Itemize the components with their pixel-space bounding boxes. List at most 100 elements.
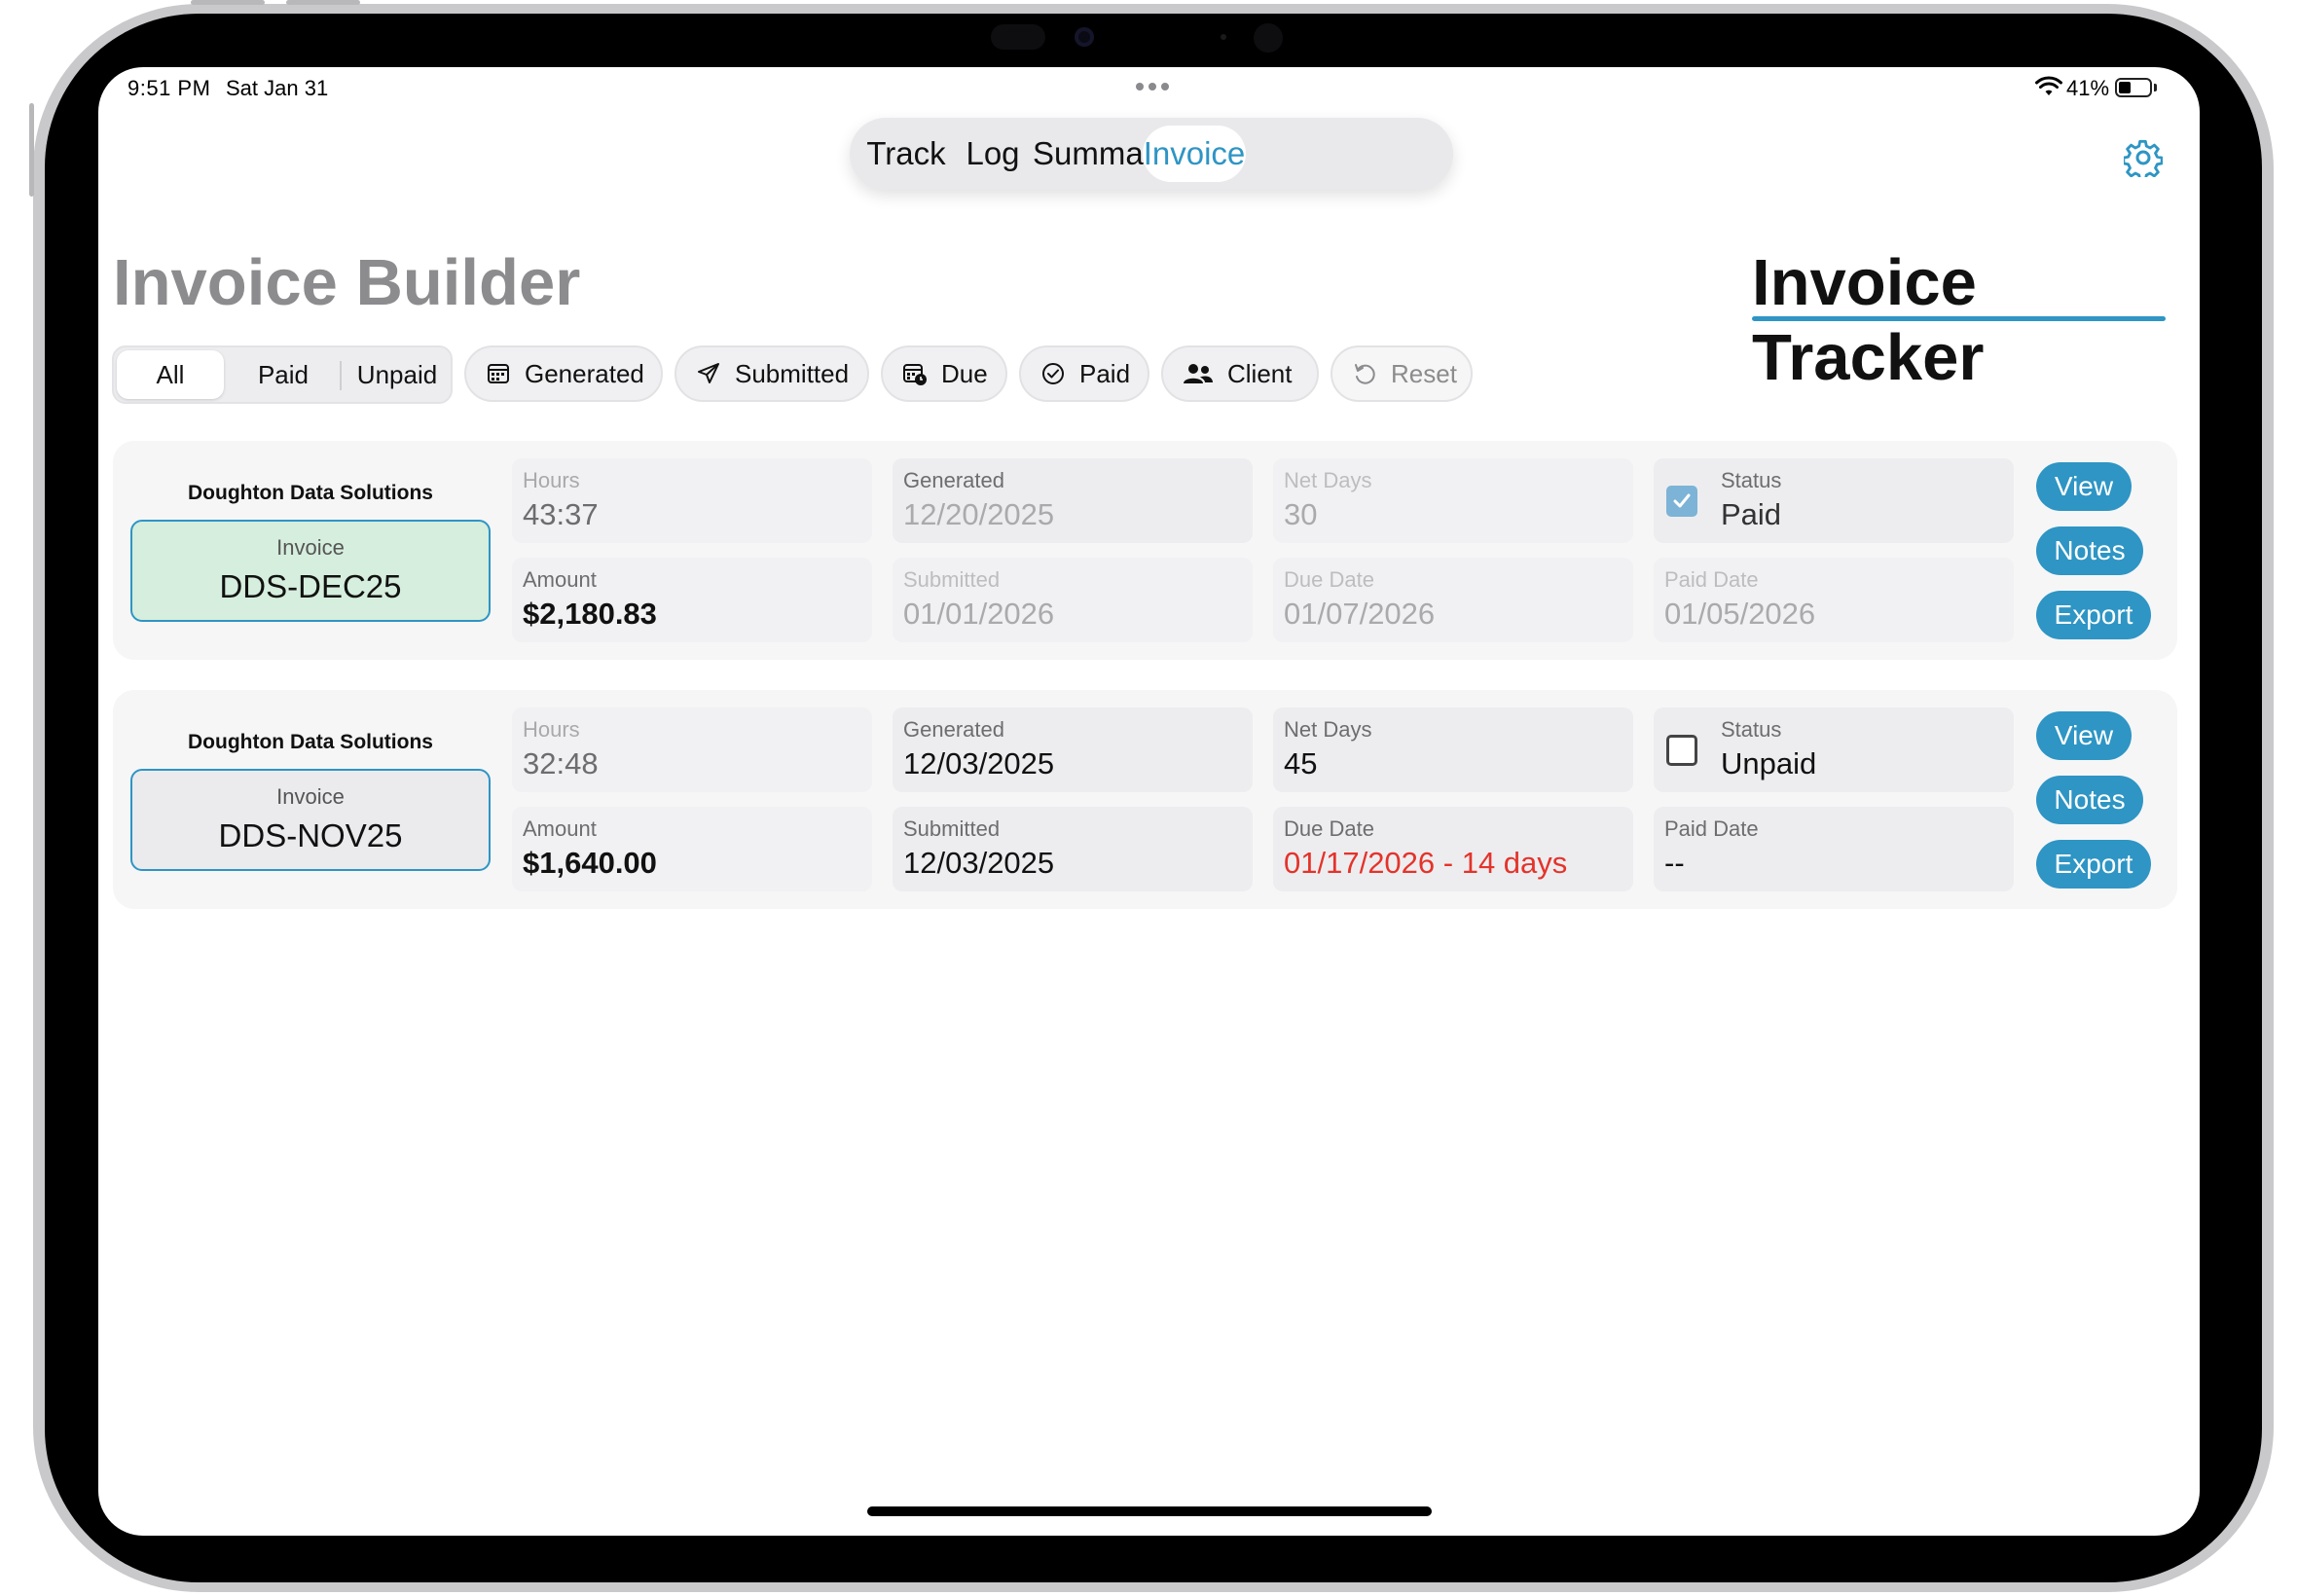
notes-button[interactable]: Notes <box>2036 776 2143 824</box>
invoice-card: Doughton Data Solutions Invoice DDS-DEC2… <box>113 441 2177 660</box>
tab-log[interactable]: Log <box>953 126 1033 182</box>
segment-all[interactable]: All <box>117 350 224 399</box>
submitted-label: Submitted <box>903 567 1001 592</box>
due-date-value: 01/07/2026 <box>1284 597 1436 631</box>
due-date-label: Due Date <box>1284 816 1374 841</box>
amount-label: Amount <box>523 567 597 592</box>
paid-date-cell[interactable]: Paid Date 01/05/2026 <box>1654 558 2014 642</box>
amount-cell: Amount $1,640.00 <box>512 807 872 891</box>
submitted-date-cell[interactable]: Submitted 12/03/2025 <box>893 807 1253 891</box>
amount-cell: Amount $2,180.83 <box>512 558 872 642</box>
sort-due-chip[interactable]: Due <box>881 345 1007 402</box>
calendar-clock-icon <box>903 364 927 385</box>
status-time: 9:51 PM <box>128 76 211 100</box>
chip-label: Paid <box>1079 358 1131 388</box>
generated-value: 12/20/2025 <box>903 497 1055 531</box>
paid-date-label: Paid Date <box>1664 816 1759 841</box>
chip-label: Due <box>941 358 988 388</box>
status-cell[interactable]: Status Paid <box>1654 458 2014 543</box>
volume-button <box>286 0 360 5</box>
volume-button <box>191 0 265 5</box>
due-date-value: 01/17/2026 - 14 days <box>1284 846 1568 880</box>
face-sensor <box>1254 23 1283 53</box>
status-value: Paid <box>1721 497 1782 531</box>
status-checkbox[interactable] <box>1666 735 1697 766</box>
status-cell[interactable]: Status Unpaid <box>1654 707 2014 792</box>
front-camera <box>1075 27 1094 47</box>
generated-label: Generated <box>903 468 1004 492</box>
tab-summary[interactable]: Summary <box>1033 126 1170 182</box>
power-button <box>29 103 34 197</box>
status-value: Unpaid <box>1721 746 1817 780</box>
checkmark-icon <box>1673 493 1691 508</box>
paid-date-value: -- <box>1664 846 1685 880</box>
invoice-number: DDS-DEC25 <box>219 568 402 604</box>
multitasking-dots-icon[interactable] <box>1136 83 1169 91</box>
export-button[interactable]: Export <box>2036 591 2151 639</box>
tab-track[interactable]: Track <box>859 126 953 182</box>
wifi-icon <box>2035 76 2062 95</box>
chip-label: Submitted <box>735 358 850 388</box>
sensor-dot <box>1221 34 1226 40</box>
hours-cell: Hours 43:37 <box>512 458 872 543</box>
battery-cap <box>2154 84 2157 91</box>
net-days-cell[interactable]: Net Days 30 <box>1273 458 1633 543</box>
net-days-value: 45 <box>1284 746 1318 780</box>
status-checkbox[interactable] <box>1666 486 1697 517</box>
reset-filters-chip[interactable]: Reset <box>1331 345 1473 402</box>
generated-date-cell[interactable]: Generated 12/20/2025 <box>893 458 1253 543</box>
sort-submitted-chip[interactable]: Submitted <box>675 345 869 402</box>
generated-label: Generated <box>903 717 1004 742</box>
hours-label: Hours <box>523 717 580 742</box>
notes-button[interactable]: Notes <box>2036 526 2143 575</box>
export-button[interactable]: Export <box>2036 840 2151 889</box>
segment-divider <box>340 361 342 390</box>
view-button[interactable]: View <box>2036 462 2132 511</box>
segment-unpaid[interactable]: Unpaid <box>344 347 451 402</box>
paid-date-cell[interactable]: Paid Date -- <box>1654 807 2014 891</box>
net-days-cell[interactable]: Net Days 45 <box>1273 707 1633 792</box>
client-name: Doughton Data Solutions <box>188 731 433 753</box>
submitted-value: 01/01/2026 <box>903 597 1055 631</box>
generated-value: 12/03/2025 <box>903 746 1055 780</box>
due-date-cell: Due Date 01/07/2026 <box>1273 558 1633 642</box>
net-days-value: 30 <box>1284 497 1318 531</box>
invoice-label: Invoice <box>276 784 345 809</box>
chip-label: Client <box>1227 358 1293 388</box>
status-label: Status <box>1721 717 1782 742</box>
home-indicator[interactable] <box>867 1506 1432 1516</box>
people-icon <box>1184 364 1213 383</box>
gear-icon[interactable] <box>2124 138 2163 177</box>
invoice-number-box[interactable]: Invoice DDS-NOV25 <box>130 769 491 871</box>
checkmark-circle-icon <box>1042 363 1064 384</box>
tab-invoice[interactable]: Invoice <box>1143 126 1246 182</box>
invoice-number-box[interactable]: Invoice DDS-DEC25 <box>130 520 491 622</box>
submitted-date-cell[interactable]: Submitted 01/01/2026 <box>893 558 1253 642</box>
chip-label: Generated <box>525 358 644 388</box>
sort-client-chip[interactable]: Client <box>1161 345 1319 402</box>
calendar-icon <box>488 364 509 383</box>
chip-label: Reset <box>1391 358 1457 388</box>
segment-paid[interactable]: Paid <box>229 347 338 402</box>
hours-value: 43:37 <box>523 497 599 531</box>
status-date: Sat Jan 31 <box>226 76 329 100</box>
amount-label: Amount <box>523 816 597 841</box>
invoice-label: Invoice <box>276 535 345 560</box>
generated-date-cell[interactable]: Generated 12/03/2025 <box>893 707 1253 792</box>
reset-arrow-icon <box>1355 364 1375 384</box>
amount-value: $1,640.00 <box>523 846 657 880</box>
hours-value: 32:48 <box>523 746 599 780</box>
net-days-label: Net Days <box>1284 468 1372 492</box>
paper-plane-icon <box>698 363 719 383</box>
paid-date-label: Paid Date <box>1664 567 1759 592</box>
invoice-number: DDS-NOV25 <box>218 817 403 853</box>
view-button[interactable]: View <box>2036 711 2132 760</box>
due-date-label: Due Date <box>1284 567 1374 592</box>
amount-value: $2,180.83 <box>523 597 657 631</box>
invoice-builder-heading[interactable]: Invoice Builder <box>113 245 580 320</box>
app-screen: 9:51 PM Sat Jan 31 41% Track Log Summary… <box>98 67 2200 1536</box>
status-label: Status <box>1721 468 1782 492</box>
sort-generated-chip[interactable]: Generated <box>464 345 663 402</box>
due-date-cell: Due Date 01/17/2026 - 14 days <box>1273 807 1633 891</box>
sort-paid-chip[interactable]: Paid <box>1019 345 1149 402</box>
